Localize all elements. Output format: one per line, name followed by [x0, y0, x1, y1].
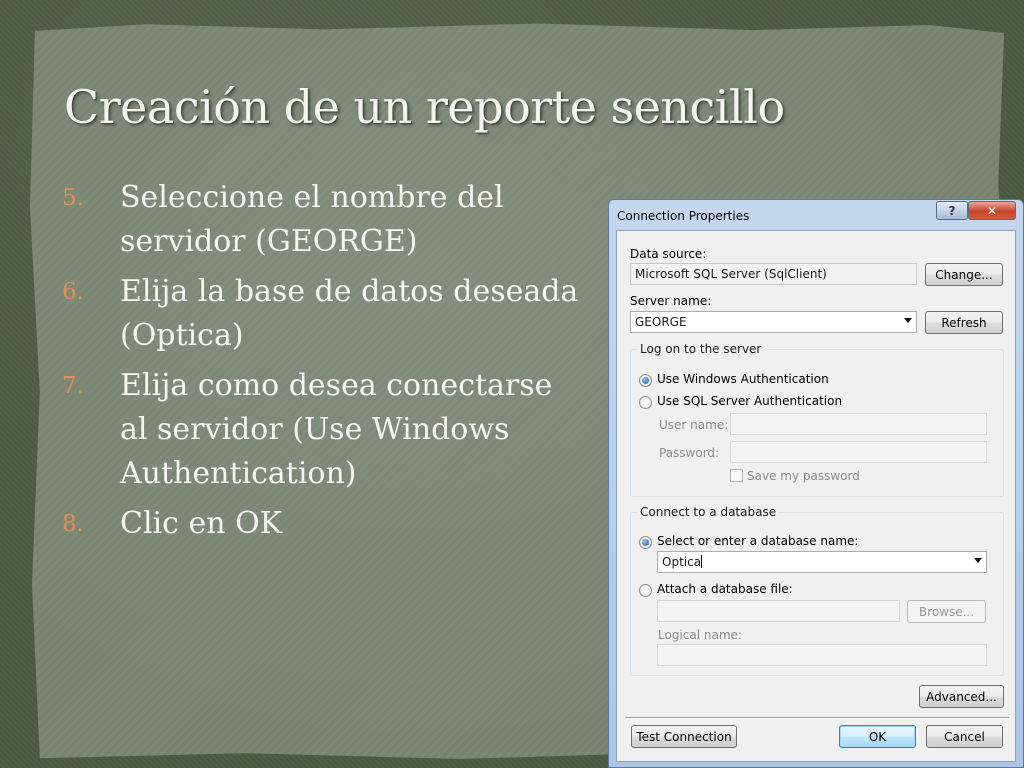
- connection-properties-dialog: Connection Properties ? ✕ Data source: M…: [608, 199, 1024, 768]
- dialog-client-area: Data source: Microsoft SQL Server (SqlCl…: [616, 230, 1016, 762]
- change-button[interactable]: Change...: [925, 263, 1003, 286]
- sql-auth-radio[interactable]: [639, 396, 652, 409]
- list-text: Elija la base de datos deseada (Optica): [120, 274, 579, 353]
- list-item: 5. Seleccione el nombre del servidor (GE…: [62, 176, 587, 264]
- instruction-list: 5. Seleccione el nombre del servidor (GE…: [62, 176, 587, 552]
- ok-button[interactable]: OK: [839, 725, 916, 748]
- select-database-radio[interactable]: [639, 536, 652, 549]
- logical-name-input[interactable]: [657, 644, 987, 666]
- database-group: Connect to a database Select or enter a …: [630, 505, 1004, 676]
- database-group-title: Connect to a database: [637, 505, 780, 519]
- text-caret: [701, 555, 703, 568]
- dialog-separator: [625, 717, 1009, 719]
- list-number: 5.: [62, 185, 84, 211]
- windows-auth-radio[interactable]: [639, 374, 652, 387]
- data-source-field: Microsoft SQL Server (SqlClient): [630, 263, 917, 285]
- data-source-label: Data source:: [630, 247, 707, 261]
- select-database-label[interactable]: Select or enter a database name:: [657, 534, 858, 548]
- database-file-input[interactable]: [657, 600, 900, 622]
- list-text: Seleccione el nombre del servidor (GEORG…: [120, 180, 504, 259]
- dialog-titlebar[interactable]: Connection Properties ? ✕: [609, 200, 1023, 230]
- cancel-button[interactable]: Cancel: [926, 725, 1003, 748]
- password-input[interactable]: [730, 441, 987, 463]
- advanced-button[interactable]: Advanced...: [919, 685, 1004, 708]
- save-password-checkbox[interactable]: [730, 469, 743, 482]
- list-number: 7.: [62, 373, 84, 399]
- help-button[interactable]: ?: [936, 201, 968, 220]
- attach-database-radio[interactable]: [639, 584, 652, 597]
- list-text: Elija como desea conectarse al servidor …: [120, 368, 553, 491]
- user-name-label: User name:: [659, 418, 729, 432]
- logon-group-title: Log on to the server: [637, 342, 765, 356]
- list-number: 6.: [62, 279, 84, 305]
- logon-group: Log on to the server Use Windows Authent…: [630, 342, 1004, 497]
- server-name-label: Server name:: [630, 294, 712, 308]
- list-item: 7. Elija como desea conectarse al servid…: [62, 364, 587, 496]
- database-name-combobox[interactable]: Optica: [657, 551, 987, 573]
- slide-title: Creación de un reporte sencillo: [64, 80, 785, 134]
- list-text: Clic en OK: [120, 506, 283, 541]
- logical-name-label: Logical name:: [658, 628, 742, 642]
- list-number: 8.: [62, 511, 84, 537]
- sql-auth-label[interactable]: Use SQL Server Authentication: [657, 394, 842, 408]
- list-item: 8. Clic en OK: [62, 502, 587, 546]
- close-button[interactable]: ✕: [968, 201, 1016, 220]
- password-label: Password:: [659, 446, 720, 460]
- browse-button[interactable]: Browse...: [907, 600, 986, 623]
- close-icon: ✕: [986, 203, 998, 218]
- list-item: 6. Elija la base de datos deseada (Optic…: [62, 270, 587, 358]
- save-password-label[interactable]: Save my password: [747, 469, 860, 483]
- attach-database-label[interactable]: Attach a database file:: [657, 582, 793, 596]
- test-connection-button[interactable]: Test Connection: [631, 725, 737, 748]
- windows-auth-label[interactable]: Use Windows Authentication: [657, 372, 829, 386]
- database-name-value: Optica: [662, 555, 702, 569]
- server-name-value: GEORGE: [635, 315, 687, 329]
- user-name-input[interactable]: [730, 413, 987, 435]
- refresh-button[interactable]: Refresh: [925, 311, 1003, 334]
- chevron-down-icon[interactable]: [904, 318, 912, 323]
- chevron-down-icon[interactable]: [974, 558, 982, 563]
- server-name-combobox[interactable]: GEORGE: [630, 311, 917, 333]
- dialog-title: Connection Properties: [617, 209, 750, 223]
